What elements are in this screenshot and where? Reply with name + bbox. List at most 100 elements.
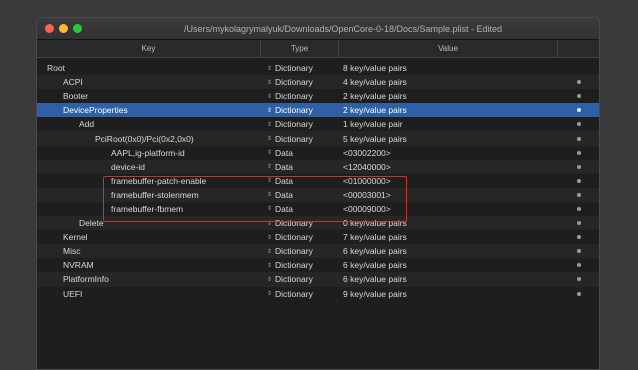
- plist-row[interactable]: Kernel ⇕ Dictionary 7 key/value pairs: [37, 230, 599, 244]
- row-key[interactable]: Kernel: [37, 232, 261, 242]
- dot-icon: [577, 249, 581, 254]
- row-value[interactable]: 6 key/value pairs: [339, 260, 558, 270]
- row-type-label: Dictionary: [275, 288, 313, 299]
- row-key[interactable]: AAPL,ig-platform-id: [37, 148, 261, 158]
- row-key[interactable]: ACPI: [37, 77, 261, 87]
- row-key[interactable]: DeviceProperties: [37, 105, 261, 115]
- row-type-popup[interactable]: ⇕ Dictionary: [261, 246, 339, 256]
- row-type-popup[interactable]: ⇕ Dictionary: [261, 105, 339, 115]
- row-value[interactable]: 1 key/value pair: [339, 119, 558, 129]
- row-type-label: Dictionary: [275, 77, 313, 88]
- updown-chevron-icon: ⇕: [267, 164, 273, 171]
- dot-icon: [577, 80, 581, 85]
- row-action[interactable]: [558, 291, 599, 296]
- updown-chevron-icon: ⇕: [267, 79, 273, 86]
- row-value[interactable]: <03002200>: [339, 148, 558, 158]
- row-type-popup[interactable]: ⇕ Dictionary: [261, 119, 339, 129]
- row-key[interactable]: PciRoot(0x0)/Pci(0x2,0x0): [37, 134, 261, 144]
- row-value[interactable]: 4 key/value pairs: [339, 77, 558, 87]
- row-type-label: Dictionary: [275, 260, 313, 271]
- row-value[interactable]: 5 key/value pairs: [339, 134, 558, 144]
- plist-row[interactable]: Root ⇕ Dictionary 8 key/value pairs: [37, 61, 599, 75]
- column-header-type[interactable]: Type: [261, 40, 339, 57]
- close-window-button[interactable]: [45, 24, 54, 33]
- dot-icon: [577, 178, 581, 183]
- row-action[interactable]: [558, 249, 599, 254]
- plist-row[interactable]: UEFI ⇕ Dictionary 9 key/value pairs: [37, 287, 599, 301]
- zoom-window-button[interactable]: [73, 24, 82, 33]
- row-action[interactable]: [558, 164, 599, 169]
- column-header-key[interactable]: Key: [37, 40, 261, 57]
- row-value[interactable]: 7 key/value pairs: [339, 232, 558, 242]
- row-type-popup[interactable]: ⇕ Data: [261, 162, 339, 172]
- row-type-popup[interactable]: ⇕ Dictionary: [261, 260, 339, 270]
- row-type-popup[interactable]: ⇕ Dictionary: [261, 274, 339, 284]
- row-key[interactable]: UEFI: [37, 289, 261, 299]
- updown-chevron-icon: ⇕: [267, 136, 273, 143]
- row-action[interactable]: [558, 206, 599, 211]
- row-type-popup[interactable]: ⇕ Dictionary: [261, 289, 339, 299]
- row-key[interactable]: Booter: [37, 91, 261, 101]
- row-type-popup[interactable]: ⇕ Dictionary: [261, 63, 339, 73]
- updown-chevron-icon: ⇕: [267, 65, 273, 72]
- row-key[interactable]: NVRAM: [37, 260, 261, 270]
- row-value[interactable]: 2 key/value pairs: [339, 91, 558, 101]
- plist-row[interactable]: Add ⇕ Dictionary 1 key/value pair: [37, 117, 599, 131]
- plist-row[interactable]: device-id ⇕ Data <12040000>: [37, 159, 599, 174]
- row-action[interactable]: [558, 263, 599, 268]
- row-action[interactable]: [558, 108, 599, 113]
- row-action[interactable]: [558, 178, 599, 183]
- row-key[interactable]: Add: [37, 119, 261, 129]
- row-key[interactable]: Misc: [37, 246, 261, 256]
- dot-icon: [577, 235, 581, 240]
- row-value[interactable]: 6 key/value pairs: [339, 274, 558, 284]
- row-action[interactable]: [558, 122, 599, 127]
- row-action[interactable]: [558, 80, 599, 85]
- plist-row[interactable]: PlatformInfo ⇕ Dictionary 6 key/value pairs: [37, 272, 599, 287]
- updown-chevron-icon: ⇕: [267, 248, 273, 255]
- minimize-window-button[interactable]: [59, 24, 68, 33]
- plist-row[interactable]: AAPL,ig-platform-id ⇕ Data <03002200>: [37, 146, 599, 160]
- row-type-label: Dictionary: [275, 119, 313, 130]
- plist-row[interactable]: ACPI ⇕ Dictionary 4 key/value pairs: [37, 75, 599, 90]
- row-type-label: Dictionary: [275, 91, 313, 102]
- row-value[interactable]: 9 key/value pairs: [339, 289, 558, 299]
- dot-icon: [577, 150, 581, 155]
- row-action[interactable]: [558, 192, 599, 197]
- row-type-label: Dictionary: [275, 63, 313, 74]
- dot-icon: [577, 94, 581, 99]
- updown-chevron-icon: ⇕: [267, 93, 273, 100]
- row-action[interactable]: [558, 150, 599, 155]
- row-key[interactable]: device-id: [37, 162, 261, 172]
- row-action[interactable]: [558, 94, 599, 99]
- row-type-popup[interactable]: ⇕ Dictionary: [261, 91, 339, 101]
- updown-chevron-icon: ⇕: [267, 150, 273, 157]
- row-type-popup[interactable]: ⇕ Dictionary: [261, 77, 339, 87]
- plist-row[interactable]: NVRAM ⇕ Dictionary 6 key/value pairs: [37, 258, 599, 272]
- dot-icon: [577, 122, 581, 127]
- dot-icon: [577, 206, 581, 211]
- plist-row[interactable]: Booter ⇕ Dictionary 2 key/value pairs: [37, 89, 599, 103]
- row-action[interactable]: [558, 277, 599, 282]
- row-type-popup[interactable]: ⇕ Data: [261, 148, 339, 158]
- updown-chevron-icon: ⇕: [267, 291, 273, 298]
- row-type-label: Dictionary: [275, 274, 313, 285]
- row-value[interactable]: 8 key/value pairs: [339, 63, 558, 73]
- row-key[interactable]: Root: [37, 63, 261, 73]
- row-key[interactable]: PlatformInfo: [37, 274, 261, 284]
- plist-row[interactable]: Misc ⇕ Dictionary 6 key/value pairs: [37, 244, 599, 259]
- row-action[interactable]: [558, 136, 599, 141]
- row-type-popup[interactable]: ⇕ Dictionary: [261, 134, 339, 144]
- row-action[interactable]: [558, 235, 599, 240]
- dot-icon: [577, 164, 581, 169]
- row-type-popup[interactable]: ⇕ Dictionary: [261, 232, 339, 242]
- row-value[interactable]: 2 key/value pairs: [339, 105, 558, 115]
- plist-row[interactable]: DeviceProperties ⇕ Dictionary 2 key/value p…: [37, 103, 599, 118]
- plist-row[interactable]: PciRoot(0x0)/Pci(0x2,0x0) ⇕ Dictionary 5 ke…: [37, 131, 599, 146]
- updown-chevron-icon: ⇕: [267, 276, 273, 283]
- row-value[interactable]: 6 key/value pairs: [339, 246, 558, 256]
- row-value[interactable]: <12040000>: [339, 162, 558, 172]
- row-action[interactable]: [558, 221, 599, 226]
- column-header-value[interactable]: Value: [339, 40, 558, 57]
- updown-chevron-icon: ⇕: [267, 121, 273, 128]
